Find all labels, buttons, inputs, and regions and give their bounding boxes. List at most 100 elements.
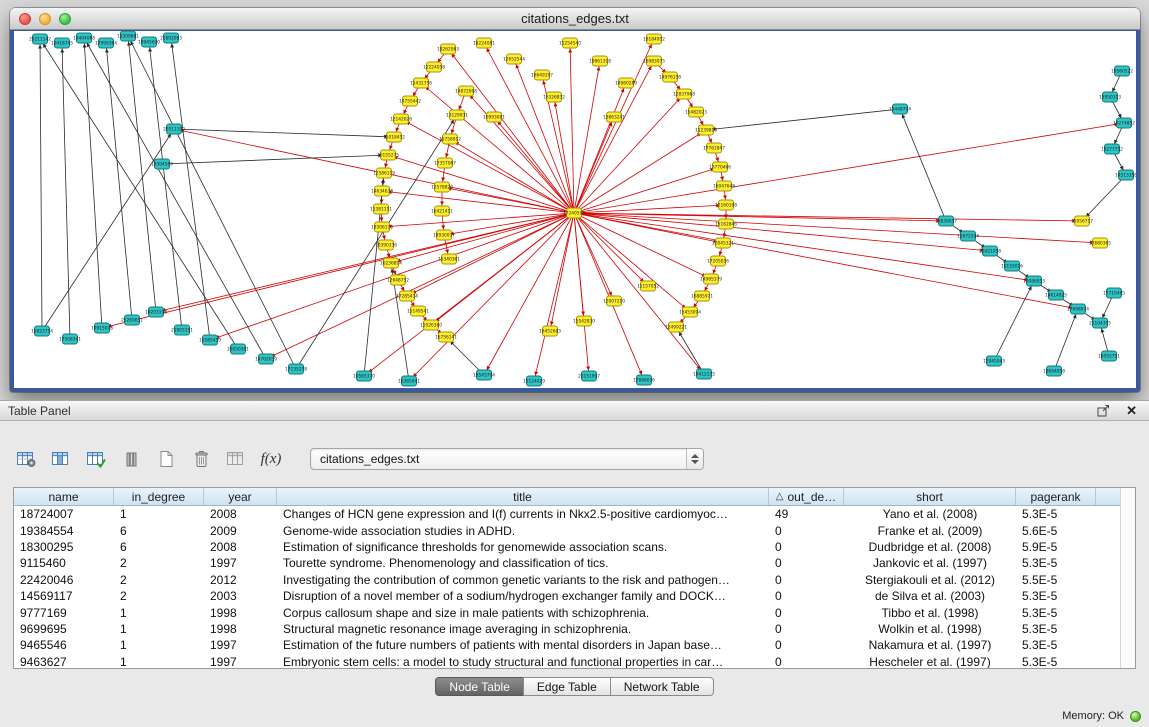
graph-node[interactable]: 17508341 — [59, 334, 81, 344]
graph-node[interactable]: 19560522 — [1111, 66, 1133, 76]
graph-edge[interactable] — [42, 129, 174, 331]
graph-node[interactable]: 12224058 — [423, 62, 445, 72]
column-chooser-button[interactable] — [119, 447, 143, 471]
graph-node[interactable]: 19404068 — [73, 33, 95, 43]
graph-node[interactable]: 18545794 — [473, 370, 495, 380]
table-row[interactable]: 946554611997Estimation of the future num… — [14, 637, 1120, 653]
graph-node[interactable]: 15950313 — [1099, 92, 1121, 102]
graph-node[interactable]: 19412175 — [693, 369, 715, 379]
graph-node[interactable]: 13129931 — [446, 110, 468, 120]
graph-node[interactable]: 11239810 — [695, 125, 717, 135]
graph-node[interactable]: 12578820 — [431, 182, 453, 192]
graph-node[interactable]: 17205056 — [707, 256, 729, 266]
graph-node[interactable]: 18224081 — [473, 38, 495, 48]
graph-node[interactable]: 16649197 — [531, 70, 553, 80]
graph-node[interactable]: 18274852 — [1113, 118, 1135, 128]
graph-node[interactable]: 17710465 — [1103, 288, 1125, 298]
graph-edge[interactable] — [550, 213, 574, 331]
graph-edge[interactable] — [994, 281, 1034, 361]
table-row[interactable]: 2242004622012Investigating the contribut… — [14, 572, 1120, 588]
graph-node[interactable]: 12837968 — [673, 89, 695, 99]
graph-node[interactable]: 14976158 — [659, 72, 681, 82]
graph-node[interactable]: 18203198 — [145, 307, 167, 317]
create-table-button[interactable] — [154, 447, 178, 471]
graph-node[interactable]: 21802063 — [160, 33, 182, 43]
graph-node[interactable]: 12648752 — [387, 275, 409, 285]
edit-column-button[interactable] — [84, 447, 108, 471]
graph-node[interactable]: 16277752 — [1101, 144, 1123, 154]
graph-node[interactable]: 20421058 — [979, 246, 1001, 256]
graph-node[interactable]: 18262063 — [437, 44, 459, 54]
graph-edge[interactable] — [574, 213, 589, 376]
graph-edge[interactable] — [574, 213, 614, 301]
column-header-name[interactable]: name — [14, 488, 114, 505]
graph-edge[interactable] — [128, 36, 156, 312]
function-builder-button[interactable]: f(x) — [259, 447, 283, 471]
graph-node[interactable]: 16421411 — [431, 206, 453, 216]
graph-edge[interactable] — [574, 94, 684, 213]
graph-node[interactable]: 15542830 — [573, 316, 595, 326]
graph-node[interactable]: 21151997 — [578, 371, 600, 381]
graph-node[interactable]: 15309681 — [117, 31, 139, 41]
graph-edge[interactable] — [162, 155, 388, 164]
graph-node[interactable]: 12160108 — [715, 200, 737, 210]
graph-edge[interactable] — [574, 130, 706, 213]
graph-edge[interactable] — [570, 43, 574, 213]
graph-node[interactable]: 14634638 — [371, 186, 393, 196]
graph-node[interactable]: 22045321 — [712, 238, 734, 248]
graph-edge[interactable] — [706, 109, 900, 130]
float-panel-icon[interactable] — [1097, 404, 1110, 417]
graph-node[interactable]: 10390336 — [375, 240, 397, 250]
graph-edge[interactable] — [444, 213, 574, 235]
graph-edge[interactable] — [450, 139, 574, 213]
zoom-window-button[interactable] — [59, 13, 71, 25]
graph-node[interactable]: 13770466 — [709, 162, 731, 172]
graph-node[interactable]: 13863241 — [603, 112, 625, 122]
graph-node[interactable]: 12007210 — [603, 296, 625, 306]
graph-edge[interactable] — [676, 327, 704, 374]
column-header-in-degree[interactable]: in_degree — [114, 488, 204, 505]
graph-node[interactable]: 17846036 — [633, 375, 655, 385]
graph-edge[interactable] — [364, 173, 384, 376]
graph-node[interactable]: 15162846 — [715, 219, 737, 229]
graph-node[interactable]: 17357067 — [434, 158, 456, 168]
graph-node[interactable]: 12586119 — [373, 168, 395, 178]
graph-node[interactable]: 12652544 — [503, 54, 525, 64]
graph-node[interactable]: 16756141 — [435, 332, 457, 342]
graph-node[interactable]: 20511100 — [163, 124, 185, 134]
graph-edge[interactable] — [40, 39, 42, 331]
graph-node[interactable]: 19915078 — [91, 323, 113, 333]
graph-edge[interactable] — [84, 38, 266, 359]
graph-node[interactable]: 14614825 — [1045, 290, 1067, 300]
table-row[interactable]: 911546021997Tourette syndrome. Phenomeno… — [14, 555, 1120, 571]
graph-node[interactable]: 19565370 — [353, 371, 375, 381]
graph-node[interactable]: 19861318 — [589, 56, 611, 66]
graph-node[interactable]: 17285434 — [396, 291, 418, 301]
graph-node[interactable]: 21905151 — [171, 325, 193, 335]
graph-edge[interactable] — [102, 213, 574, 328]
show-columns-button[interactable] — [49, 447, 73, 471]
graph-node[interactable]: 14702039 — [255, 354, 277, 364]
graph-node[interactable]: 13680365 — [1089, 238, 1111, 248]
table-row[interactable]: 1830029562008Estimation of significance … — [14, 539, 1120, 555]
graph-node[interactable]: 18306170 — [371, 222, 393, 232]
graph-edge[interactable] — [84, 38, 102, 328]
graph-node[interactable]: 19304569 — [151, 159, 173, 169]
graph-node[interactable]: 17999364 — [95, 38, 117, 48]
table-row[interactable]: 977716911998Corpus callosum shape and si… — [14, 604, 1120, 620]
graph-edge[interactable] — [401, 119, 574, 213]
graph-edge[interactable] — [388, 155, 574, 213]
graph-edge[interactable] — [574, 117, 614, 213]
graph-edge[interactable] — [266, 213, 574, 359]
graph-node[interactable]: 15823754 — [31, 326, 53, 336]
graph-edge[interactable] — [574, 61, 654, 213]
graph-node[interactable]: 10993081 — [483, 112, 505, 122]
window-titlebar[interactable]: citations_edges.txt — [10, 8, 1140, 30]
graph-node[interactable]: 16585459 — [199, 335, 221, 345]
column-header-year[interactable]: year — [204, 488, 277, 505]
graph-edge[interactable] — [1082, 175, 1126, 221]
import-table-button[interactable] — [224, 447, 248, 471]
graph-edge[interactable] — [554, 97, 574, 213]
graph-node[interactable]: 15672594 — [957, 231, 979, 241]
graph-node[interactable]: 16452683 — [539, 326, 561, 336]
